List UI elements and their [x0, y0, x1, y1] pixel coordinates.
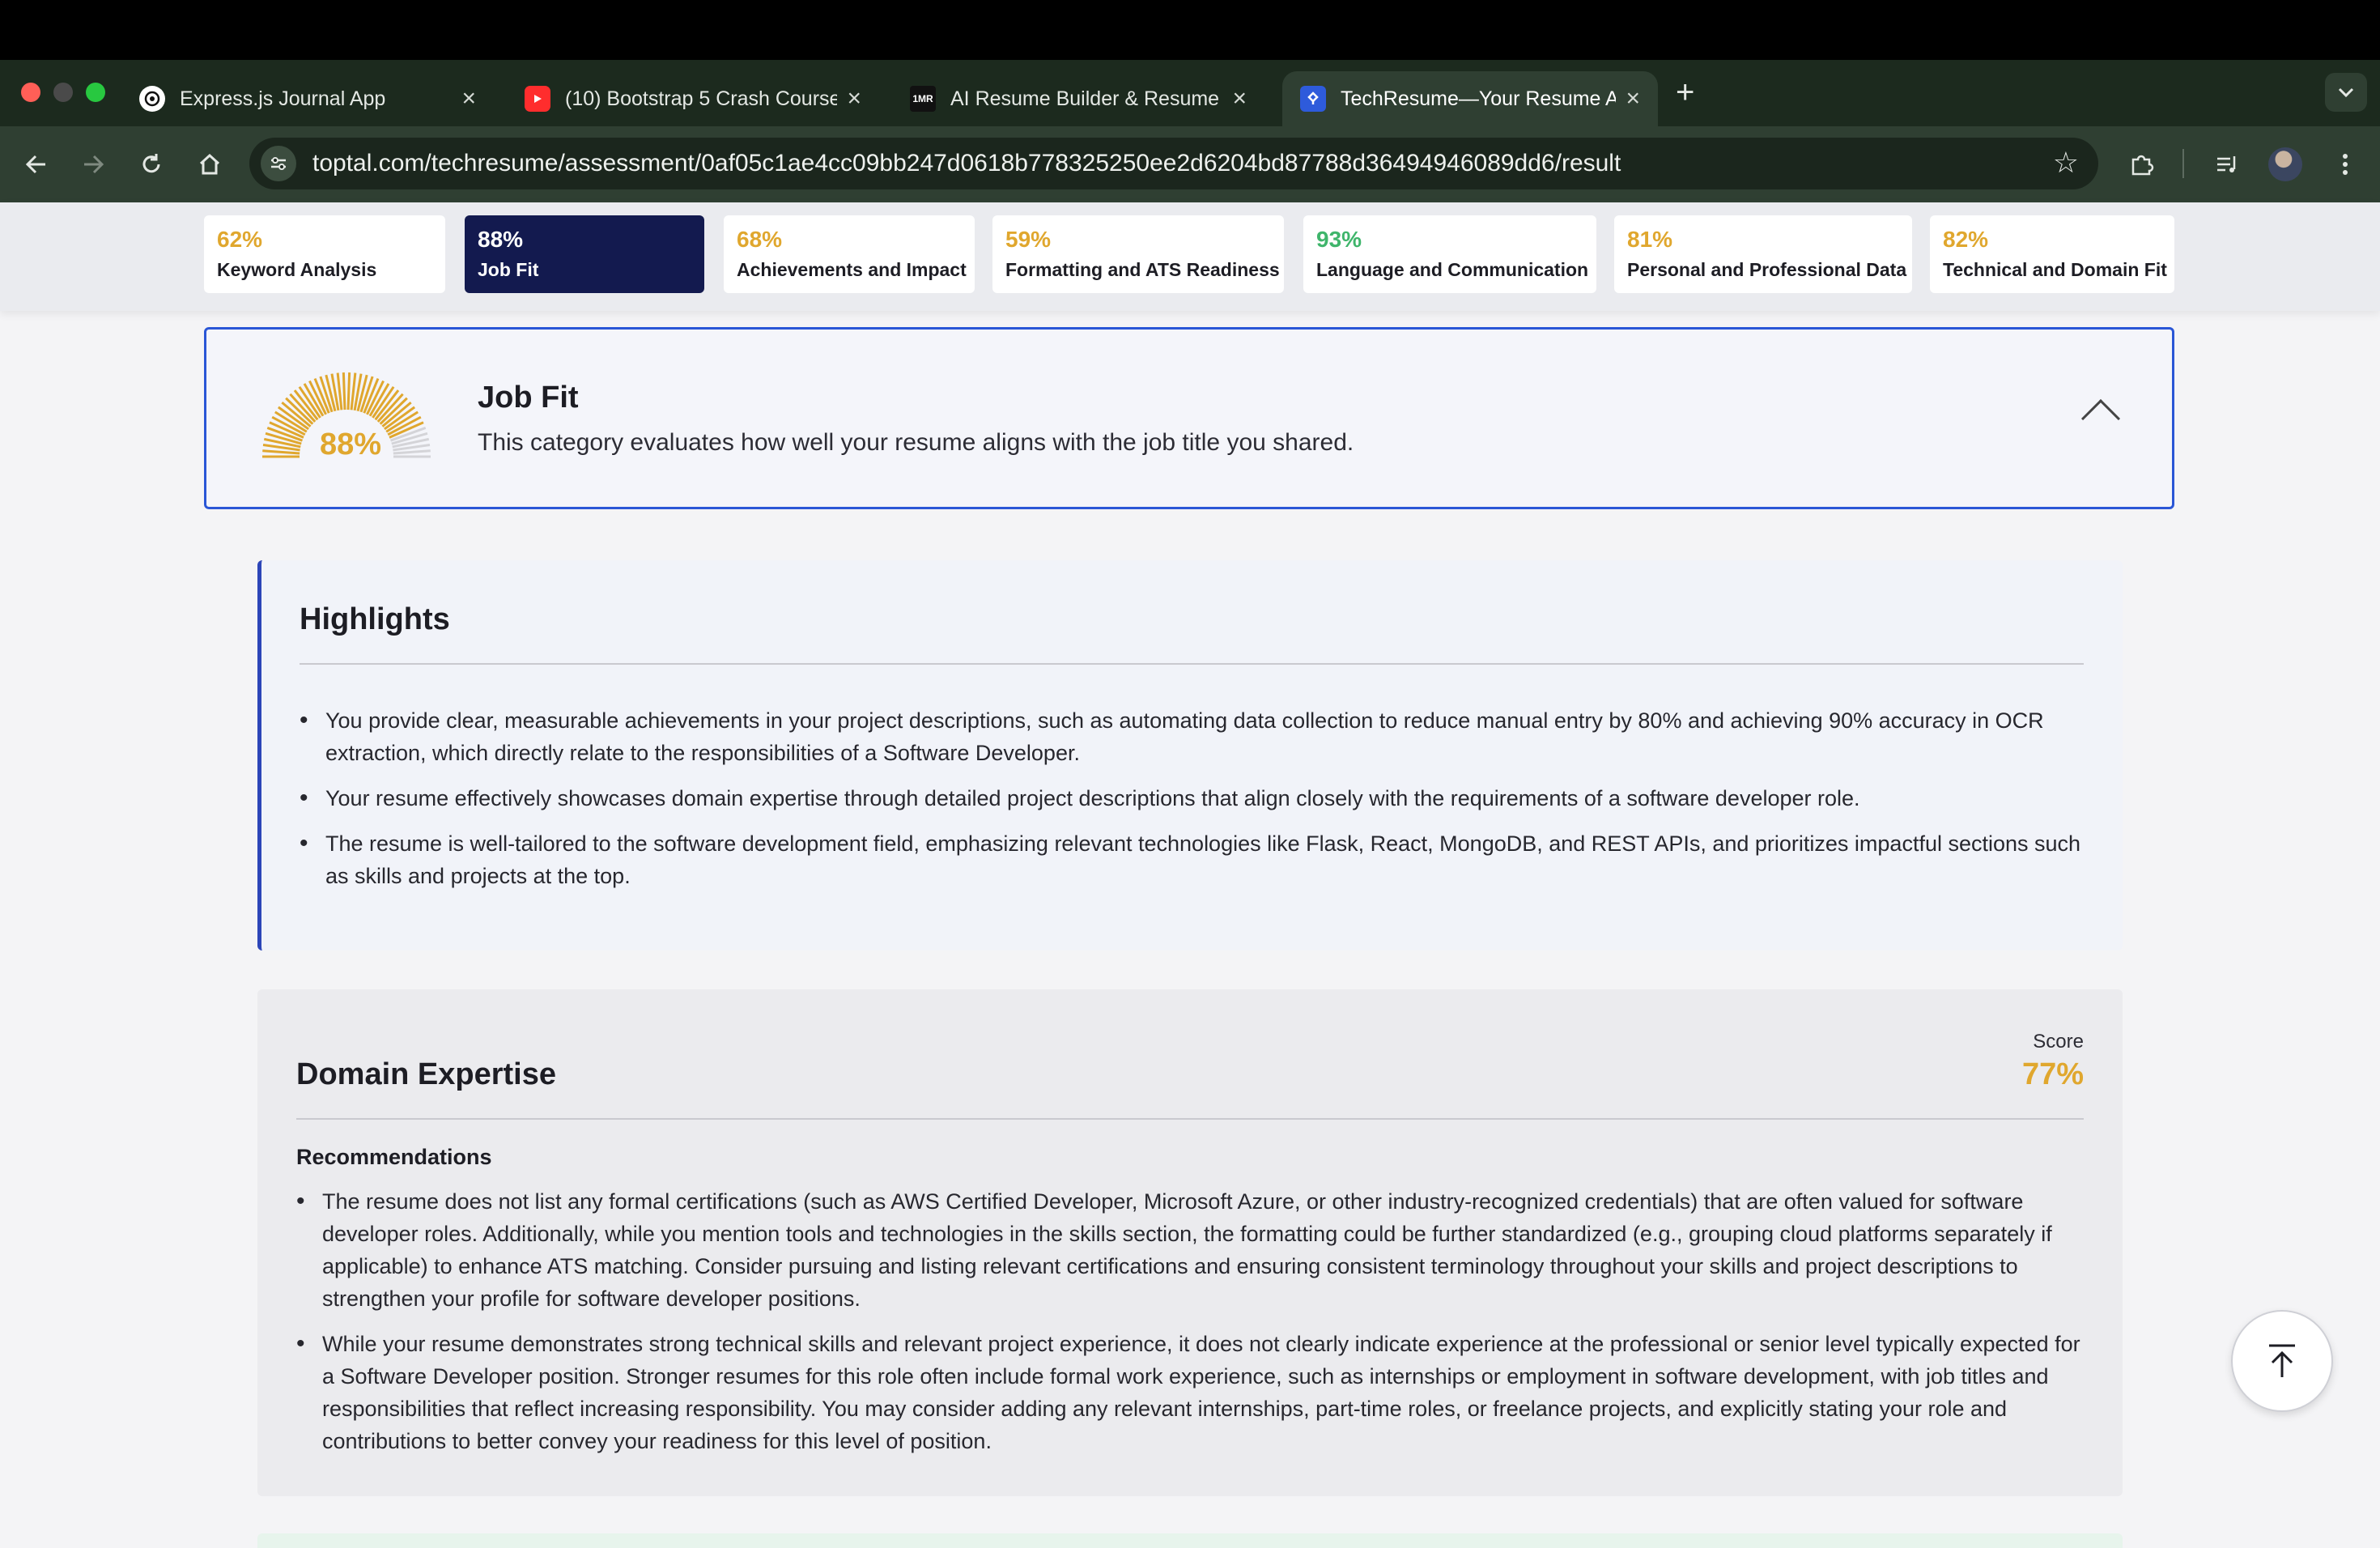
browser-tab[interactable]: Express.js Journal App ×: [121, 71, 494, 126]
gauge-tick: [342, 372, 346, 410]
divider: [296, 1118, 2084, 1120]
scroll-to-top-button[interactable]: [2231, 1310, 2333, 1412]
section-score: 77%: [2021, 1057, 2084, 1091]
category-description: This category evaluates how well your re…: [478, 429, 1354, 456]
close-tab-icon[interactable]: ×: [1626, 85, 1640, 113]
extensions-puzzle-icon[interactable]: [2121, 144, 2161, 185]
divider: [300, 663, 2084, 665]
category-score: 62%: [217, 227, 263, 252]
category-name: Formatting and ATS Readiness: [1005, 259, 1280, 280]
category-name: Technical and Domain Fit: [1943, 259, 2167, 280]
category-name: Language and Communication: [1316, 259, 1589, 280]
site-info-icon[interactable]: [261, 146, 296, 181]
url-text: toptal.com/techresume/assessment/0af05c1…: [312, 150, 1621, 176]
toolbar-separator: [2182, 149, 2184, 178]
media-queue-icon[interactable]: [2207, 144, 2247, 185]
gauge-score-text: 88%: [319, 427, 382, 461]
category-tab-job-fit[interactable]: 88% Job Fit: [465, 215, 704, 293]
category-tab-language[interactable]: 93% Language and Communication: [1303, 215, 1596, 293]
new-tab-button[interactable]: +: [1676, 74, 1694, 110]
category-score: 82%: [1943, 227, 1989, 252]
highlights-title: Highlights: [300, 602, 450, 636]
category-tab-personal-data[interactable]: 81% Personal and Professional Data: [1614, 215, 1912, 293]
forward-arrow-icon[interactable]: [73, 144, 113, 185]
list-item: The resume is well-tailored to the softw…: [300, 827, 2089, 892]
list-item: You provide clear, measurable achievemen…: [300, 704, 2089, 769]
browser-tab[interactable]: (10) Bootstrap 5 Crash Course ×: [507, 71, 879, 126]
category-tab-technical-fit[interactable]: 82% Technical and Domain Fit: [1930, 215, 2174, 293]
category-score: 68%: [737, 227, 783, 252]
list-item: The resume does not list any formal cert…: [296, 1185, 2089, 1315]
back-arrow-icon[interactable]: [16, 144, 57, 185]
category-name: Achievements and Impact: [737, 259, 967, 280]
tab-title: AI Resume Builder & Resume: [950, 87, 1220, 110]
macos-menu-bar: [0, 0, 2380, 60]
close-window-button[interactable]: [21, 83, 40, 102]
openai-icon: [139, 86, 165, 112]
profile-avatar[interactable]: [2268, 147, 2302, 181]
arrow-up-to-line-icon: [2269, 1344, 2295, 1377]
category-title: Job Fit: [478, 381, 579, 415]
1mr-icon: 1MR: [910, 86, 936, 112]
close-tab-icon[interactable]: ×: [461, 85, 476, 113]
browser-tab-active[interactable]: TechResume—Your Resume A ×: [1282, 71, 1658, 126]
browser-tab[interactable]: 1MR AI Resume Builder & Resume ×: [892, 71, 1264, 126]
tab-title: Express.js Journal App: [180, 87, 386, 110]
category-name: Job Fit: [478, 259, 539, 280]
score-label: Score: [2033, 1031, 2084, 1053]
category-score: 88%: [478, 227, 524, 252]
section-title: Domain Expertise: [296, 1057, 556, 1091]
highlights-list: You provide clear, measurable achievemen…: [300, 704, 2089, 905]
close-tab-icon[interactable]: ×: [847, 85, 861, 113]
recommendations-title: Recommendations: [296, 1145, 492, 1169]
category-tab-achievements[interactable]: 68% Achievements and Impact: [724, 215, 975, 293]
reload-icon[interactable]: [131, 144, 172, 185]
address-bar[interactable]: toptal.com/techresume/assessment/0af05c1…: [249, 138, 2098, 189]
category-tab-formatting[interactable]: 59% Formatting and ATS Readiness: [992, 215, 1284, 293]
tab-title: (10) Bootstrap 5 Crash Course: [565, 87, 838, 110]
toptal-icon: [1300, 86, 1326, 112]
next-section-panel: [257, 1533, 2123, 1548]
job-fit-card[interactable]: [204, 327, 2174, 509]
category-score: 93%: [1316, 227, 1362, 252]
category-score: 59%: [1005, 227, 1052, 252]
close-tab-icon[interactable]: ×: [1232, 85, 1247, 113]
tab-title: TechResume—Your Resume A: [1341, 87, 1617, 110]
youtube-icon: [525, 86, 550, 112]
category-score: 81%: [1627, 227, 1673, 252]
minimize-window-button[interactable]: [53, 83, 73, 102]
zoom-window-button[interactable]: [86, 83, 105, 102]
list-item: While your resume demonstrates strong te…: [296, 1328, 2089, 1457]
tab-search-chevron-icon[interactable]: [2325, 73, 2367, 112]
home-icon[interactable]: [189, 144, 230, 185]
list-item: Your resume effectively showcases domain…: [300, 782, 2089, 814]
category-name: Personal and Professional Data: [1627, 259, 1907, 280]
gauge-tick: [346, 372, 351, 410]
recommendations-list: The resume does not list any formal cert…: [296, 1185, 2089, 1470]
more-menu-icon[interactable]: [2325, 144, 2365, 185]
category-tab-keyword-analysis[interactable]: 62% Keyword Analysis: [204, 215, 445, 293]
bookmark-star-icon[interactable]: ☆: [2053, 146, 2079, 180]
category-name: Keyword Analysis: [217, 259, 377, 280]
